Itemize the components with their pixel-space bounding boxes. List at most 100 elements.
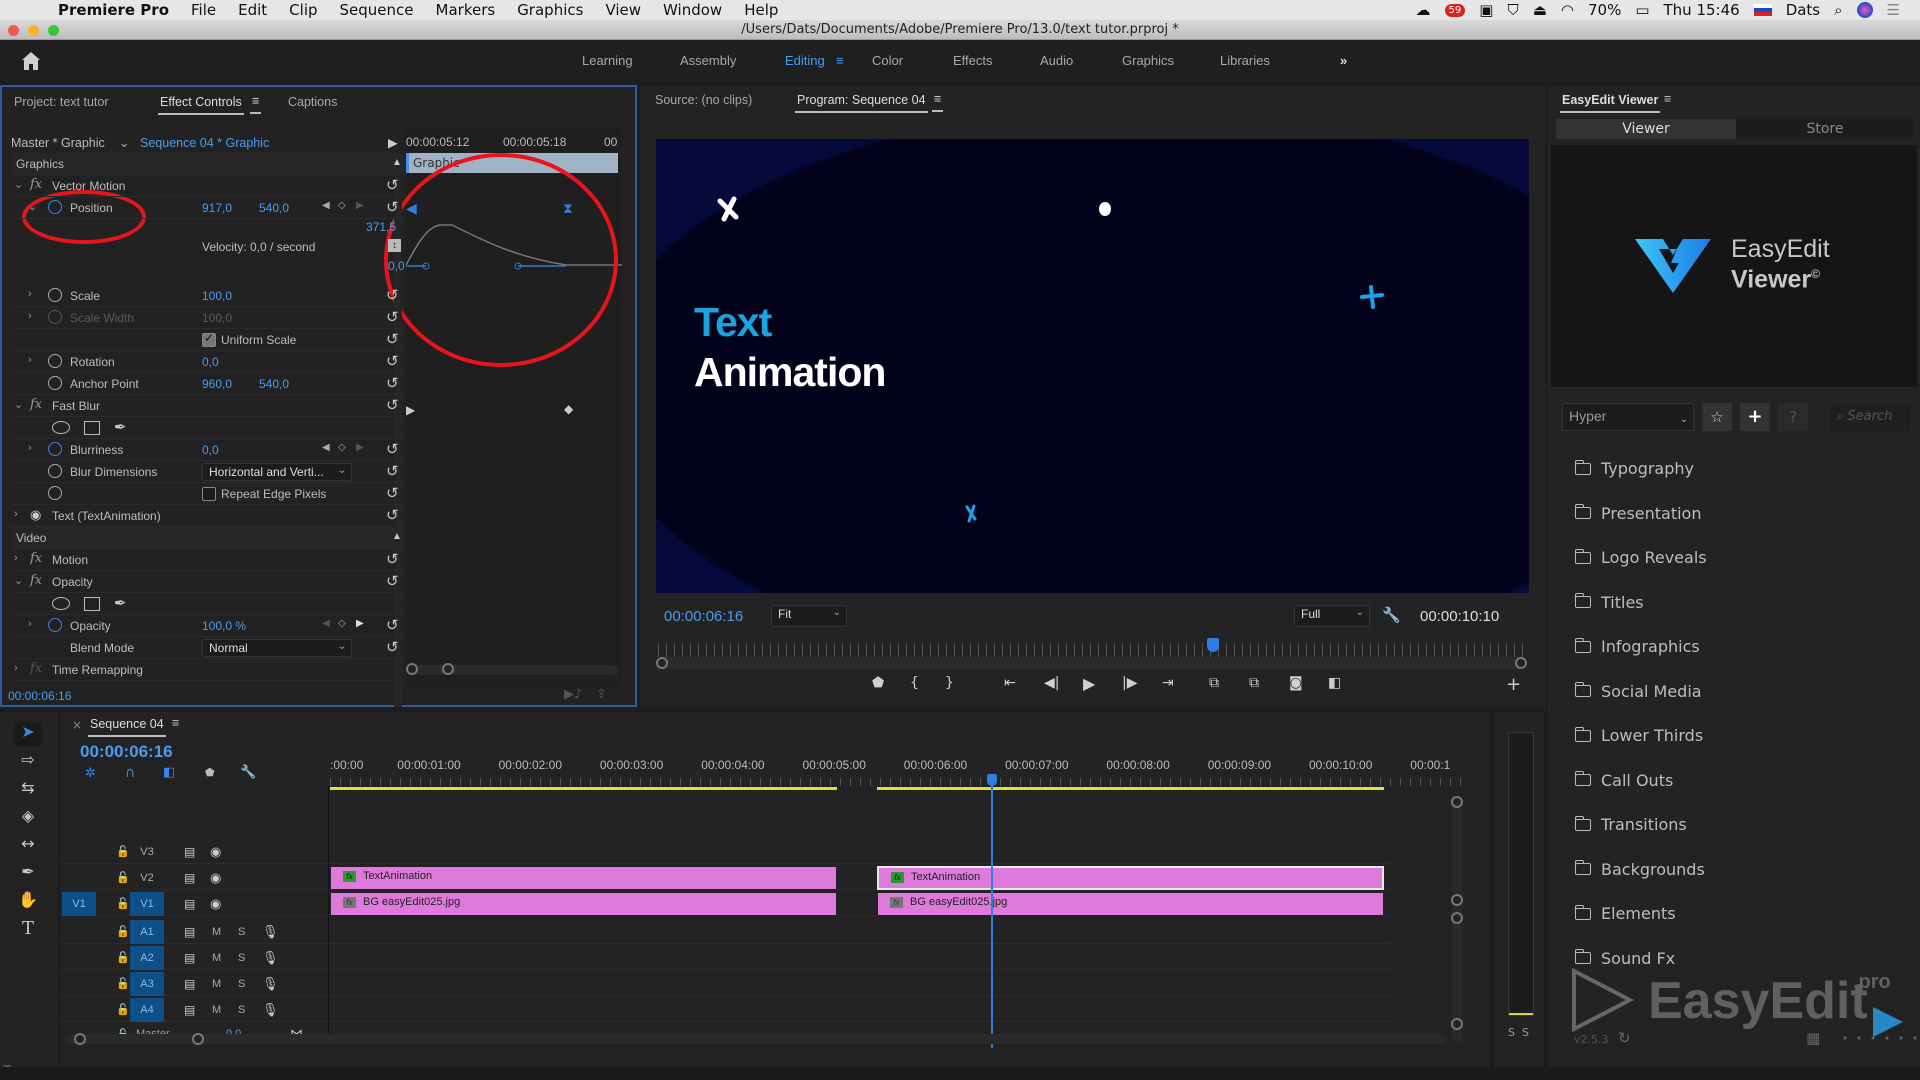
property-blend-mode[interactable]: Blend Mode Normal ⌄ ↺ [12, 637, 404, 659]
layer-text[interactable]: › ◉ Text (TextAnimation) ↺ [12, 505, 404, 527]
effect-motion[interactable]: › fx Motion ↺ [12, 549, 404, 571]
creative-cloud-icon[interactable]: ☁ [1416, 1, 1431, 19]
minimize-window-button[interactable] [28, 25, 39, 36]
anchor-y-value[interactable]: 540,0 [259, 377, 289, 391]
stopwatch-icon[interactable] [48, 288, 62, 302]
pen-tool-icon[interactable]: ✒ [14, 862, 42, 886]
go-to-out-button[interactable]: ⇥ [1162, 675, 1174, 691]
expand-chevron-icon[interactable]: › [14, 508, 18, 520]
workspace-tab-learning[interactable]: Learning [582, 53, 633, 68]
category-dropdown[interactable]: Hyper ⌄ [1562, 403, 1694, 431]
lock-icon[interactable]: 🔓 [116, 871, 130, 884]
folder-item[interactable]: Elements [1574, 904, 1676, 923]
master-clip-label[interactable]: Master * Graphic [11, 136, 105, 150]
battery-icon[interactable]: ▭ [1635, 1, 1649, 19]
sync-lock-icon[interactable]: ▤ [184, 1003, 195, 1017]
expand-chevron-icon[interactable]: › [28, 288, 32, 300]
blurriness-value[interactable]: 0,0 [202, 443, 219, 457]
scroll-handle-right[interactable] [192, 1033, 204, 1045]
reset-icon[interactable]: ↺ [386, 616, 399, 634]
spotlight-search-icon[interactable]: ⌕ [1834, 1, 1842, 19]
tab-store[interactable]: Store [1736, 119, 1914, 139]
voiceover-mic-icon[interactable]: 🎙 [262, 950, 279, 966]
resolution-dropdown[interactable]: Full ⌄ [1294, 605, 1370, 627]
timeline-playhead[interactable] [991, 776, 994, 1048]
timeline-clip[interactable]: fx BG easyEdit025.jpg [877, 892, 1384, 916]
solo-button[interactable]: S [238, 952, 245, 964]
scroll-handle-right[interactable] [442, 663, 454, 675]
mute-button[interactable]: M [212, 1004, 221, 1016]
timeline-horizontal-scrollbar[interactable] [66, 1033, 1446, 1045]
close-window-button[interactable] [8, 25, 19, 36]
refresh-icon[interactable]: ↻ [1618, 1029, 1631, 1047]
folder-item[interactable]: Backgrounds [1574, 860, 1705, 879]
ec-timecode[interactable]: 00:00:06:16 [8, 689, 71, 703]
property-uniform-scale[interactable]: Uniform Scale ↺ [12, 329, 404, 351]
stopwatch-icon[interactable] [48, 442, 62, 456]
close-sequence-icon[interactable]: × [72, 718, 82, 732]
airplay-icon[interactable]: ⏏ [1533, 1, 1547, 19]
expand-chevron-icon[interactable]: › [28, 442, 32, 454]
blend-mode-dropdown[interactable]: Normal ⌄ [202, 639, 352, 657]
lock-icon[interactable]: 🔓 [116, 845, 130, 858]
uniform-scale-checkbox[interactable] [202, 331, 216, 347]
prev-keyframe-icon[interactable]: ◀ [322, 200, 330, 211]
folder-item[interactable]: Transitions [1574, 815, 1687, 834]
track-target[interactable]: V1 [130, 892, 164, 916]
next-keyframe-icon[interactable]: ▶ [356, 442, 364, 453]
add-marker-button[interactable]: ⬟ [872, 675, 884, 691]
scroll-handle-right[interactable] [1515, 657, 1527, 669]
mute-button[interactable]: M [212, 978, 221, 990]
voiceover-mic-icon[interactable]: 🎙 [262, 924, 279, 940]
folder-item[interactable]: Titles [1574, 593, 1644, 612]
property-blur-dimensions[interactable]: Blur Dimensions Horizontal and Verti... ⌄… [12, 461, 404, 483]
property-opacity[interactable]: › Opacity 100,0 % ◀ ◇ ▶ ↺ [12, 615, 404, 637]
reset-icon[interactable]: ↺ [386, 176, 399, 194]
reset-icon[interactable]: ↺ [386, 330, 399, 348]
sequence-clip-label[interactable]: Sequence 04 * Graphic [140, 136, 269, 150]
reset-icon[interactable]: ↺ [386, 550, 399, 568]
type-tool-icon[interactable]: T [14, 918, 42, 942]
graph-scale-icon[interactable]: ↕ [388, 239, 401, 252]
folder-item[interactable]: Social Media [1574, 682, 1702, 701]
folder-item[interactable]: Lower Thirds [1574, 726, 1703, 745]
folder-item[interactable]: Presentation [1574, 504, 1701, 523]
tab-sequence[interactable]: Sequence 04 [88, 717, 166, 737]
comparison-view-button[interactable]: ◧ [1328, 675, 1341, 691]
tab-viewer[interactable]: Viewer [1556, 119, 1736, 139]
solo-button[interactable]: S [238, 1004, 245, 1016]
sync-lock-icon[interactable]: ▤ [184, 925, 195, 939]
expand-chevron-icon[interactable]: › [28, 354, 32, 366]
property-repeat-edge[interactable]: Repeat Edge Pixels ↺ [12, 483, 404, 505]
mark-out-button[interactable]: } [945, 675, 954, 691]
lift-button[interactable]: ⧉ [1209, 675, 1219, 691]
solo-left-button[interactable]: S [1508, 1026, 1515, 1039]
workspace-tab-effects[interactable]: Effects [953, 53, 993, 68]
timeline-clip[interactable]: fx BG easyEdit025.jpg [330, 892, 837, 916]
opacity-value[interactable]: 100,0 % [202, 619, 246, 633]
track-select-tool-icon[interactable]: ⇨ [14, 750, 42, 774]
menu-window[interactable]: Window [663, 1, 722, 19]
blur-dimensions-dropdown[interactable]: Horizontal and Verti... ⌄ [202, 463, 352, 481]
favorites-star-button[interactable]: ☆ [1702, 403, 1732, 431]
expand-chevron-icon[interactable]: › [28, 618, 32, 630]
menu-help[interactable]: Help [744, 1, 778, 19]
add-button[interactable]: + [1740, 403, 1770, 431]
reset-icon[interactable]: ↺ [386, 484, 399, 502]
menu-markers[interactable]: Markers [436, 1, 496, 19]
effect-time-remapping[interactable]: › fx Time Remapping [12, 659, 404, 681]
workspace-tab-editing[interactable]: Editing [785, 53, 825, 68]
panel-menu-icon[interactable]: ≡ [1664, 92, 1671, 106]
scroll-handle[interactable] [1451, 894, 1463, 906]
reset-icon[interactable]: ↺ [386, 198, 399, 216]
tab-effect-controls[interactable]: Effect Controls [158, 95, 244, 115]
timeline-timecode[interactable]: 00:00:06:16 [80, 742, 173, 762]
home-icon[interactable] [20, 50, 42, 72]
stopwatch-icon[interactable] [48, 354, 62, 368]
property-blurriness[interactable]: › Blurriness 0,0 ◀ ◇ ▶ ↺ [12, 439, 404, 461]
wrench-settings-icon[interactable]: 🔧 [1382, 606, 1401, 624]
collapse-up-icon[interactable]: ▲ [392, 157, 402, 168]
stopwatch-icon[interactable] [48, 376, 62, 390]
menu-view[interactable]: View [605, 1, 641, 19]
lock-icon[interactable]: 🔓 [116, 1003, 130, 1016]
